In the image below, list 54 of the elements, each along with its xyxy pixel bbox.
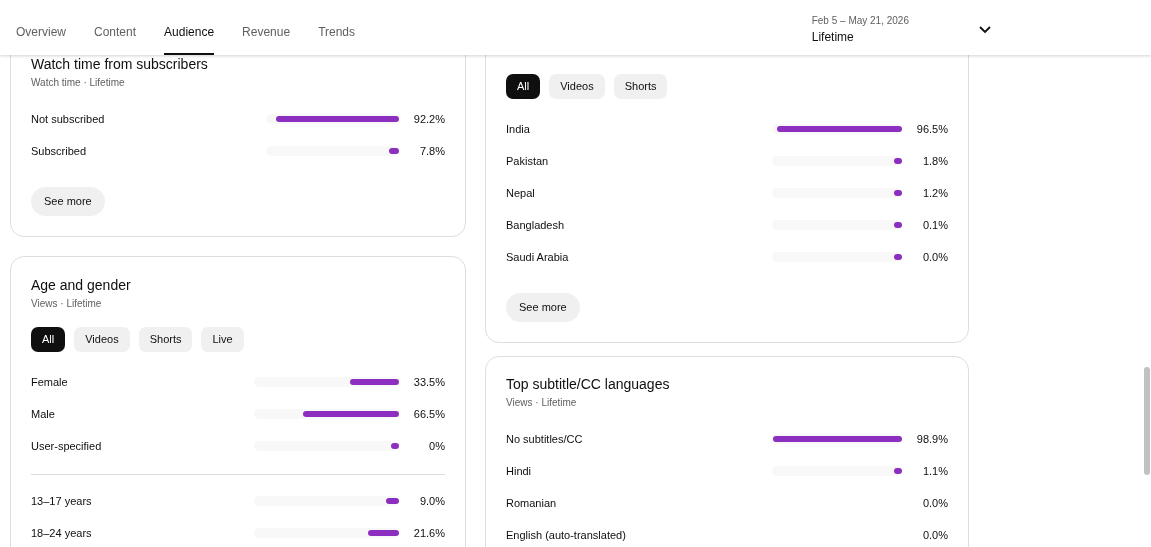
row-label: English (auto-translated) bbox=[506, 527, 627, 543]
row-label: 13–17 years bbox=[31, 493, 93, 509]
percent-value: 0.0% bbox=[921, 527, 948, 543]
date-range-dropdown[interactable]: Feb 5 – May 21, 2026 Lifetime bbox=[811, 0, 991, 55]
card-title: Top subtitle/CC languages bbox=[506, 375, 671, 394]
chevron-down-icon bbox=[979, 25, 991, 34]
card-subtitle: Views · Lifetime bbox=[506, 396, 578, 410]
filter-chip[interactable]: All bbox=[31, 327, 66, 352]
percent-value: 21.6% bbox=[412, 525, 445, 541]
filter-chip[interactable]: All bbox=[506, 74, 541, 99]
row-label: Bangladesh bbox=[506, 217, 566, 233]
percent-value: 9.0% bbox=[418, 493, 445, 509]
card-title: Age and gender bbox=[31, 276, 132, 295]
row-label: Saudi Arabia bbox=[506, 249, 570, 265]
row-label: Male bbox=[31, 406, 56, 422]
nav-tab[interactable]: Overview bbox=[16, 23, 66, 55]
percent-value: 0.0% bbox=[921, 249, 948, 265]
row-label: Hindi bbox=[506, 463, 533, 479]
filter-chip[interactable]: Live bbox=[201, 327, 244, 352]
percent-value: 1.1% bbox=[921, 463, 948, 479]
percent-value: 7.8% bbox=[418, 143, 445, 159]
nav-tab[interactable]: Content bbox=[94, 23, 137, 55]
percent-value: 98.9% bbox=[915, 431, 948, 447]
nav-tab[interactable]: Trends bbox=[318, 23, 356, 55]
row-label: Not subscribed bbox=[31, 111, 106, 127]
percent-value: 1.2% bbox=[921, 185, 948, 201]
row-label: Nepal bbox=[506, 185, 536, 201]
see-more-button[interactable]: See more bbox=[506, 293, 580, 322]
percent-value: 0% bbox=[428, 438, 445, 454]
percent-value: 1.8% bbox=[921, 153, 948, 169]
row-label: Female bbox=[31, 374, 69, 390]
percent-value: 0.1% bbox=[921, 217, 948, 233]
filter-chip[interactable]: Shorts bbox=[613, 74, 668, 99]
see-more-button[interactable]: See more bbox=[31, 187, 105, 216]
row-label: No subtitles/CC bbox=[506, 431, 584, 447]
row-label: Subscribed bbox=[31, 143, 88, 159]
card-title: Watch time from subscribers bbox=[31, 55, 209, 74]
filter-chip[interactable]: Videos bbox=[74, 327, 130, 352]
row-label: 18–24 years bbox=[31, 525, 93, 541]
row-label: India bbox=[506, 121, 531, 137]
percent-value: 96.5% bbox=[915, 121, 948, 137]
row-label: User-specified bbox=[31, 438, 103, 454]
filter-chip[interactable]: Shorts bbox=[138, 327, 193, 352]
row-label: Romanian bbox=[506, 495, 558, 511]
card-subtitle: Views · Lifetime bbox=[31, 297, 103, 311]
scrollbar-thumb[interactable] bbox=[1144, 367, 1150, 475]
percent-value: 66.5% bbox=[412, 406, 445, 422]
filter-chip[interactable]: Videos bbox=[549, 74, 605, 99]
percent-value: 33.5% bbox=[412, 374, 445, 390]
card-subtitle: Watch time · Lifetime bbox=[31, 76, 126, 90]
percent-value: 92.2% bbox=[412, 111, 445, 127]
nav-tab[interactable]: Revenue bbox=[242, 23, 291, 55]
row-label: Pakistan bbox=[506, 153, 550, 169]
percent-value: 0.0% bbox=[921, 495, 948, 511]
